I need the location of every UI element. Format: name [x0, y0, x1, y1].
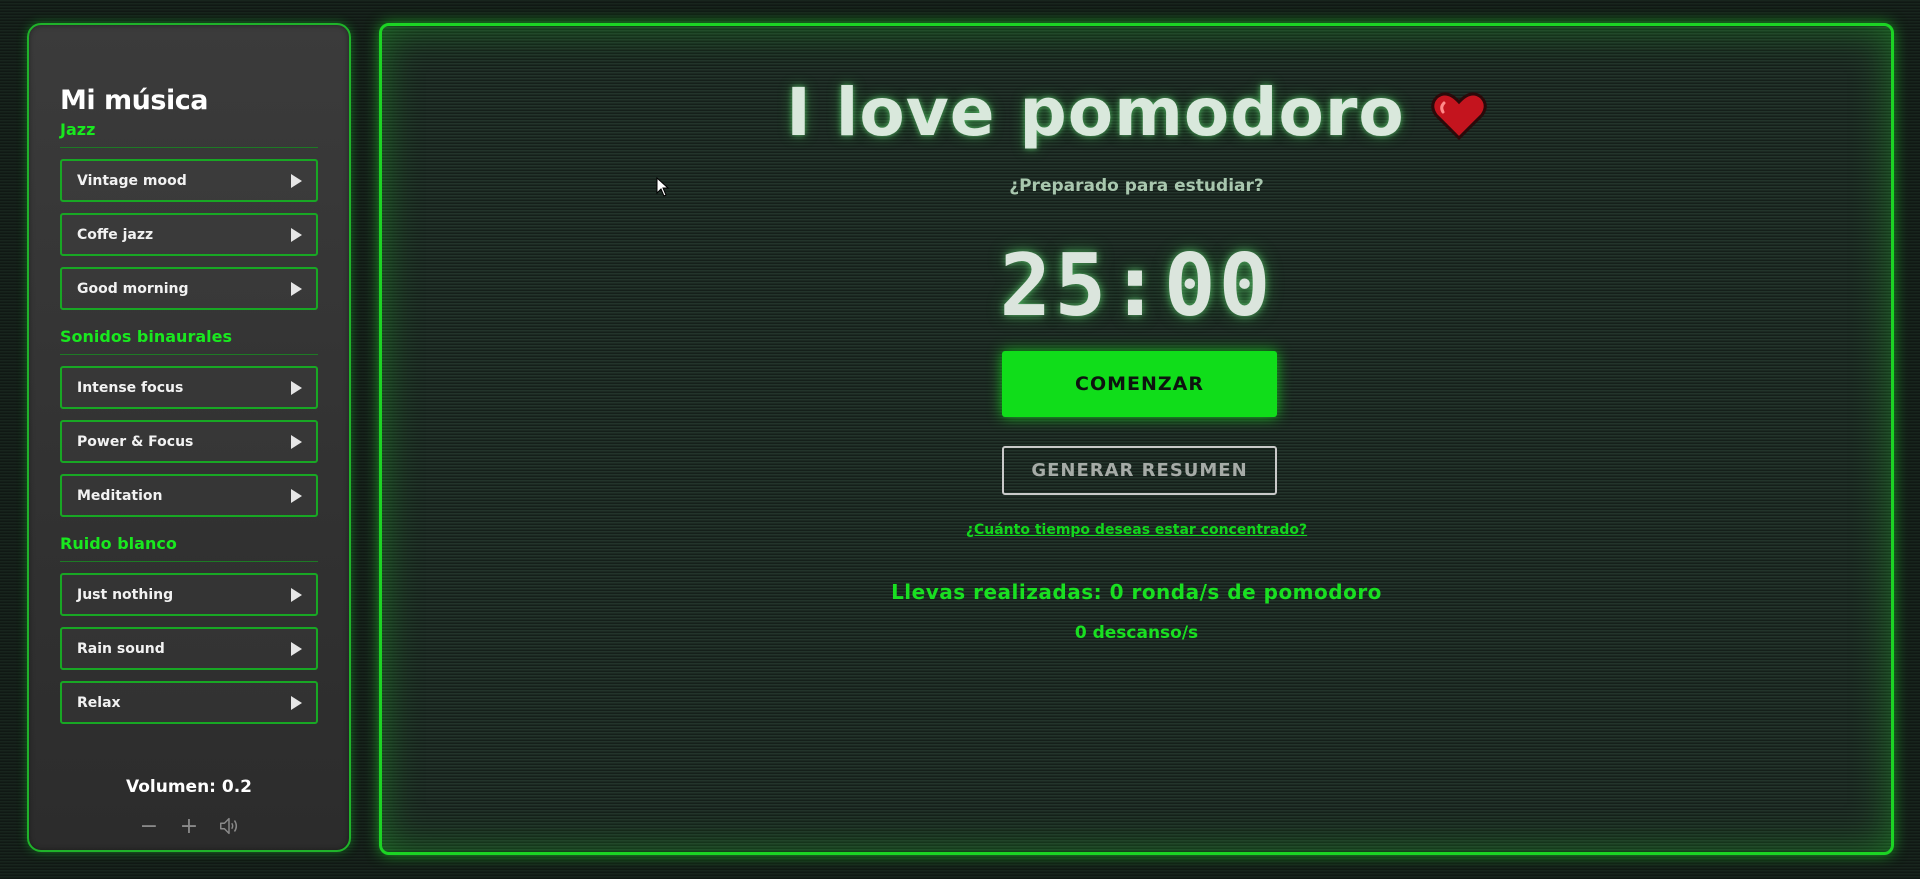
play-icon[interactable]: [291, 695, 302, 710]
generate-summary-button[interactable]: GENERAR RESUMEN: [1002, 446, 1277, 495]
track-good-morning[interactable]: Good morning: [60, 267, 318, 310]
pomodoro-panel: I love pomodoro ¿Preparado para estudiar…: [379, 23, 1894, 855]
track-label: Relax: [77, 694, 121, 711]
track-label: Intense focus: [77, 379, 184, 396]
mouse-cursor-icon: [656, 177, 670, 197]
track-label: Rain sound: [77, 640, 165, 657]
track-meditation[interactable]: Meditation: [60, 474, 318, 517]
plus-icon[interactable]: +: [178, 814, 200, 839]
play-icon[interactable]: [291, 434, 302, 449]
track-label: Good morning: [77, 280, 189, 297]
page-title: I love pomodoro: [786, 74, 1405, 151]
timer-display: 25:00: [999, 236, 1274, 336]
section-header-jazz: Jazz: [60, 120, 318, 148]
play-icon[interactable]: [291, 281, 302, 296]
focus-time-link[interactable]: ¿Cuánto tiempo deseas estar concentrado?: [382, 522, 1891, 538]
play-icon[interactable]: [291, 587, 302, 602]
music-sidebar: Mi música Jazz Vintage mood Coffe jazz G…: [27, 23, 351, 852]
track-coffe-jazz[interactable]: Coffe jazz: [60, 213, 318, 256]
track-vintage-mood[interactable]: Vintage mood: [60, 159, 318, 202]
play-icon[interactable]: [291, 227, 302, 242]
play-icon[interactable]: [291, 641, 302, 656]
volume-controls: − +: [29, 814, 349, 839]
track-relax[interactable]: Relax: [60, 681, 318, 724]
track-label: Coffe jazz: [77, 226, 154, 243]
track-intense-focus[interactable]: Intense focus: [60, 366, 318, 409]
track-just-nothing[interactable]: Just nothing: [60, 573, 318, 616]
track-label: Vintage mood: [77, 172, 187, 189]
minus-icon[interactable]: −: [138, 814, 160, 839]
play-icon[interactable]: [291, 488, 302, 503]
track-label: Power & Focus: [77, 433, 194, 450]
start-button[interactable]: COMENZAR: [1002, 351, 1277, 417]
rounds-counter: Llevas realizadas: 0 ronda/s de pomodoro: [891, 580, 1382, 604]
subtitle: ¿Preparado para estudiar?: [1009, 176, 1264, 196]
speaker-icon[interactable]: [218, 815, 240, 837]
track-label: Meditation: [77, 487, 163, 504]
track-power-focus[interactable]: Power & Focus: [60, 420, 318, 463]
volume-label: Volumen: 0.2: [125, 777, 252, 797]
section-header-binaural: Sonidos binaurales: [60, 327, 318, 355]
heart-icon: [1430, 91, 1487, 140]
play-icon[interactable]: [291, 380, 302, 395]
track-rain-sound[interactable]: Rain sound: [60, 627, 318, 670]
breaks-counter: 0 descanso/s: [1074, 623, 1199, 643]
track-label: Just nothing: [77, 586, 174, 603]
sidebar-title: Mi música: [60, 85, 208, 116]
section-header-white-noise: Ruido blanco: [60, 534, 318, 562]
title-row: I love pomodoro: [382, 74, 1891, 151]
play-icon[interactable]: [291, 173, 302, 188]
